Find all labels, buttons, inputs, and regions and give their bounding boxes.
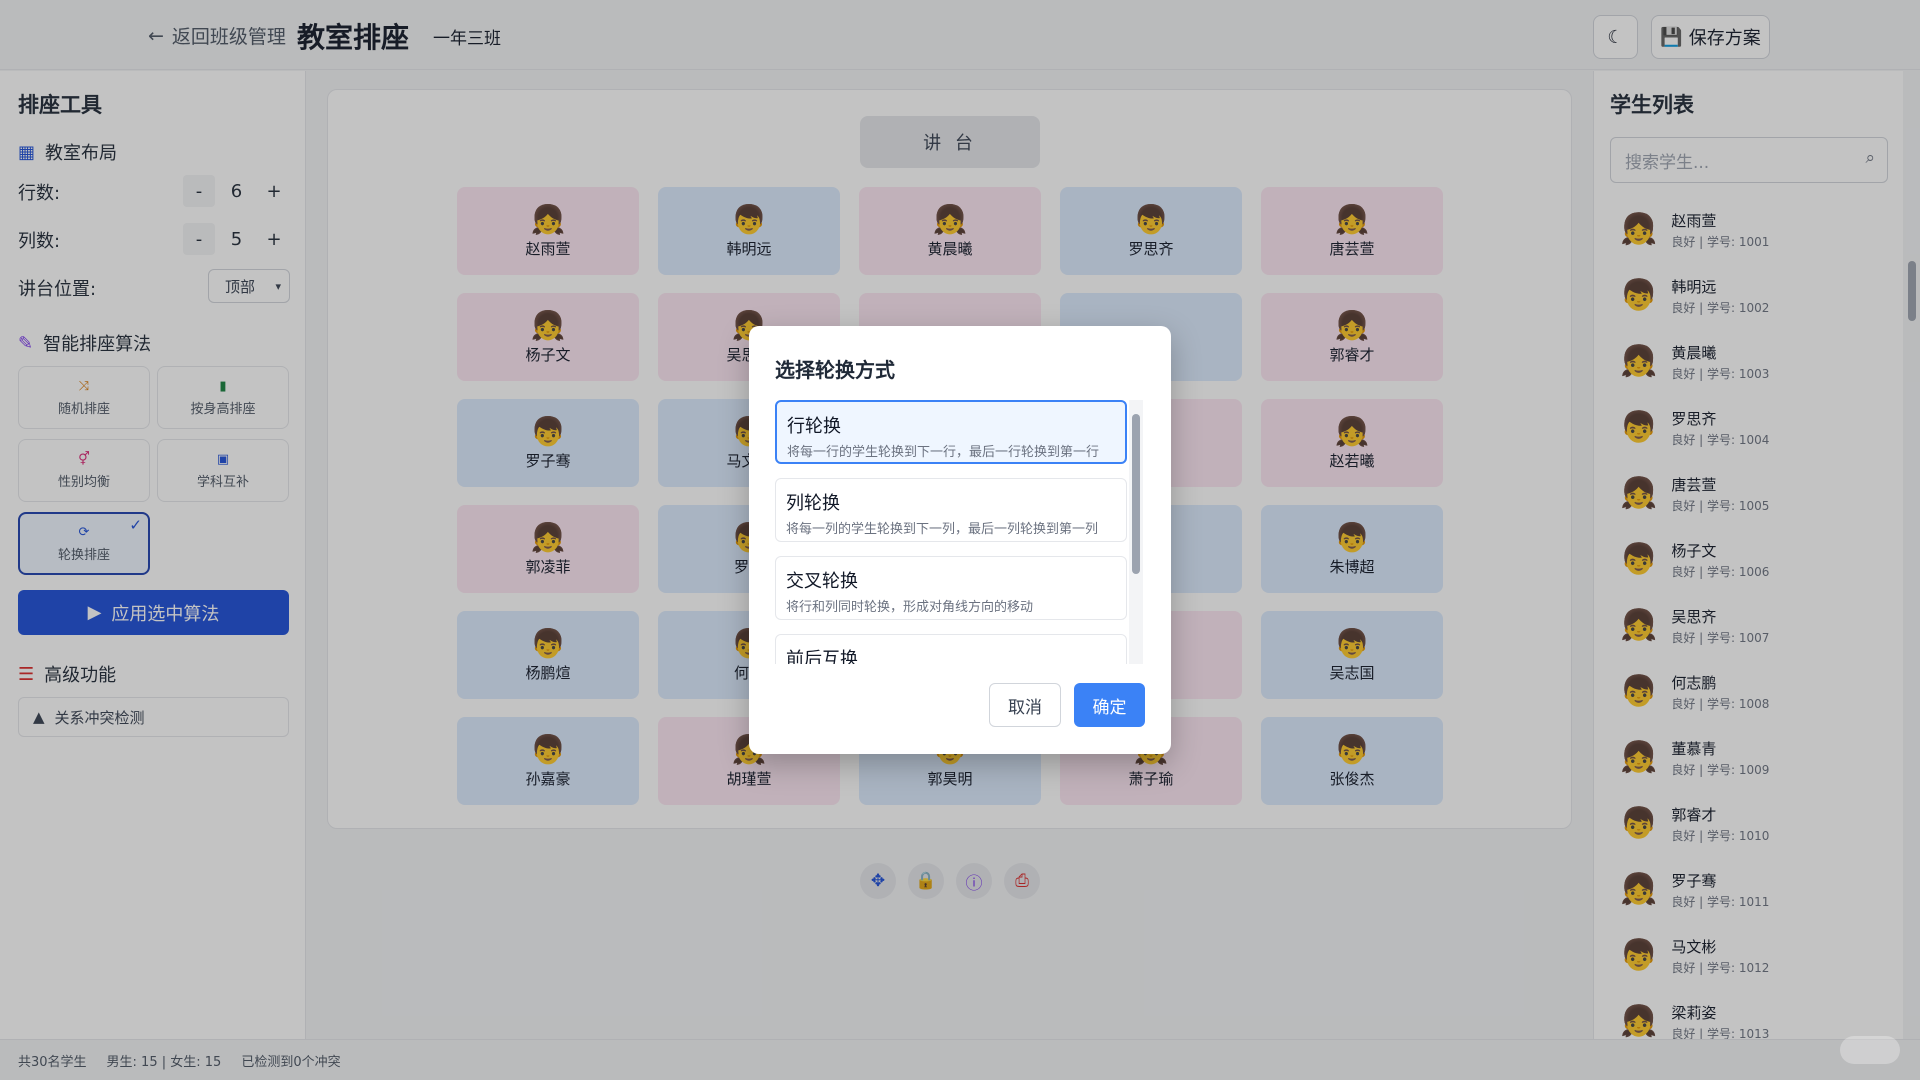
options-scrollbar-thumb[interactable] (1132, 414, 1140, 574)
option-desc: 将每一列的学生轮换到下一列，最后一列轮换到第一列 (786, 522, 1099, 537)
option-name: 交叉轮换 (786, 571, 858, 592)
option-cross-rotate[interactable]: 交叉轮换 将行和列同时轮换，形成对角线方向的移动 (775, 556, 1127, 620)
confirm-button[interactable]: 确定 (1074, 683, 1145, 727)
option-front-back-swap[interactable]: 前后互换 (775, 634, 1127, 664)
option-desc: 将行和列同时轮换，形成对角线方向的移动 (786, 600, 1034, 615)
option-name: 行轮换 (787, 416, 841, 437)
option-name: 前后互换 (786, 649, 858, 664)
option-col-rotate[interactable]: 列轮换 将每一列的学生轮换到下一列，最后一列轮换到第一列 (775, 478, 1127, 542)
option-desc: 将每一行的学生轮换到下一行，最后一行轮换到第一行 (787, 445, 1100, 460)
option-name: 列轮换 (786, 493, 840, 514)
cancel-button[interactable]: 取消 (989, 683, 1061, 727)
rotate-options: 行轮换 将每一行的学生轮换到下一行，最后一行轮换到第一行 列轮换 将每一列的学生… (775, 400, 1127, 664)
rotate-mode-dialog: 选择轮换方式 行轮换 将每一行的学生轮换到下一行，最后一行轮换到第一行 列轮换 … (749, 326, 1171, 754)
option-row-rotate[interactable]: 行轮换 将每一行的学生轮换到下一行，最后一行轮换到第一行 (775, 400, 1127, 464)
dialog-title: 选择轮换方式 (775, 358, 895, 382)
watermark-logo (1840, 1036, 1900, 1064)
options-scrollbar[interactable] (1129, 400, 1143, 664)
